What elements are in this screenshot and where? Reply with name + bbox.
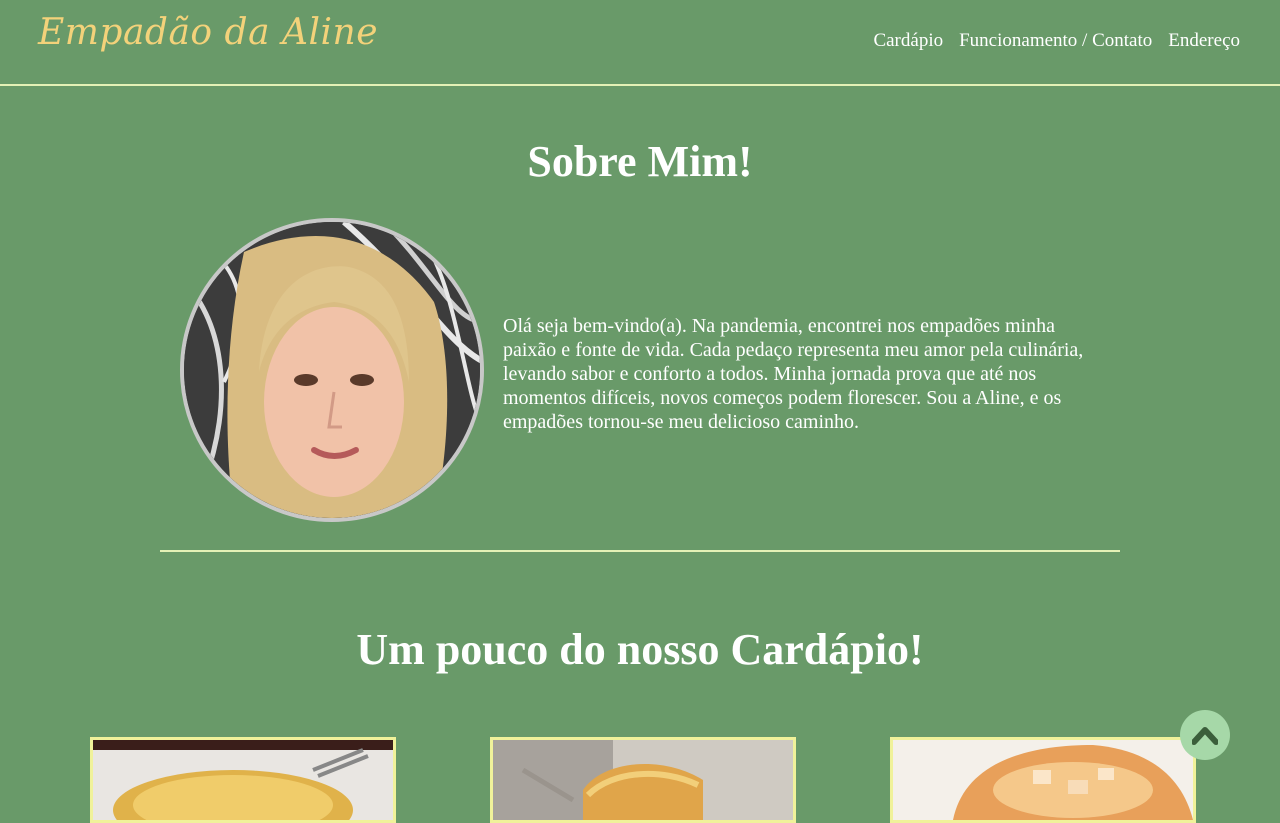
- site-logo[interactable]: Empadão da Aline: [38, 12, 378, 53]
- menu-card-3[interactable]: [890, 737, 1196, 823]
- pie-photo-icon: [493, 740, 793, 820]
- main-nav: Cardápio Funcionamento / Contato Endereç…: [873, 30, 1240, 52]
- menu-title: Um pouco do nosso Cardápio!: [356, 625, 924, 674]
- menu-card-1[interactable]: [90, 737, 396, 823]
- scroll-to-top-button[interactable]: [1180, 710, 1230, 760]
- pie-photo-icon: [93, 740, 393, 820]
- menu-card-2[interactable]: [490, 737, 796, 823]
- profile-photo: [180, 218, 484, 522]
- chevron-up-icon: [1192, 727, 1218, 745]
- about-title: Sobre Mim!: [527, 137, 753, 186]
- nav-link-endereco[interactable]: Endereço: [1168, 30, 1240, 52]
- pie-photo-icon: [893, 740, 1193, 820]
- nav-link-cardapio[interactable]: Cardápio: [873, 30, 943, 52]
- section-divider: [160, 550, 1120, 552]
- site-header: Empadão da Aline Cardápio Funcionamento …: [0, 0, 1280, 86]
- about-description: Olá seja bem-vindo(a). Na pandemia, enco…: [503, 315, 1084, 433]
- nav-link-funcionamento-contato[interactable]: Funcionamento / Contato: [959, 30, 1152, 52]
